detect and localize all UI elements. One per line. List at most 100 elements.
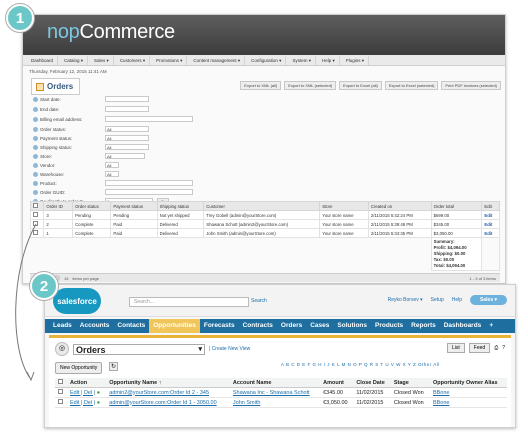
feed-button[interactable]: Feed (468, 343, 491, 353)
store-select[interactable]: All (105, 153, 145, 159)
help-link[interactable]: Help (452, 297, 462, 303)
order-guid-input[interactable] (105, 189, 193, 195)
filter-label: Store: (40, 153, 53, 159)
create-new-view-link[interactable]: | Create New View (209, 346, 250, 352)
table-row: 3 Pending Pending Not yet shipped Trey G… (29, 210, 500, 220)
column-header[interactable]: Close Date (353, 378, 391, 388)
menu-plugins[interactable]: Plugins ▾ (342, 55, 369, 65)
tab-accounts[interactable]: Accounts (76, 319, 114, 333)
view-select[interactable]: Orders (73, 343, 205, 355)
app-switcher[interactable]: Sales ▾ (470, 295, 507, 305)
menu-catalog[interactable]: Catalog ▾ (60, 55, 89, 65)
billing-email-input[interactable] (105, 116, 193, 122)
start-date-input[interactable] (105, 96, 149, 102)
column-header[interactable]: Opportunity Name ↑ (106, 378, 230, 388)
column-header[interactable]: Order total (430, 201, 483, 211)
edit-link[interactable]: Edit (481, 228, 500, 238)
opportunity-link[interactable]: admin2@yourStore.com:Order Id 2 - 345 (106, 387, 230, 398)
view-controls: ◎ Orders | Create New View (55, 342, 250, 356)
row-checkbox[interactable] (29, 210, 45, 220)
menu-configuration[interactable]: Configuration ▾ (247, 55, 287, 65)
export-excel-all-button[interactable]: Export to Excel (all) (339, 81, 382, 90)
menu-help[interactable]: Help ▾ (318, 55, 340, 65)
tab-solutions[interactable]: Solutions (333, 319, 371, 333)
user-menu[interactable]: Reyko Borsev ▾ (388, 297, 423, 303)
column-header[interactable]: Order status (72, 201, 112, 211)
shipping-status-select[interactable]: All (105, 144, 149, 150)
tab-products[interactable]: Products (371, 319, 407, 333)
product-input[interactable] (105, 180, 193, 186)
tab-orders[interactable]: Orders (277, 319, 306, 333)
account-link[interactable]: John Smith (229, 397, 321, 408)
tab-opportunities[interactable]: Opportunities (149, 319, 200, 333)
row-actions[interactable]: Edit | Del | ● (66, 397, 107, 408)
page-size-label: items per page (72, 275, 99, 281)
menu-dashboard[interactable]: Dashboard (27, 55, 59, 65)
column-header[interactable]: Edit (481, 201, 500, 211)
help-icon (33, 116, 38, 122)
menu-sales[interactable]: Sales ▾ (90, 55, 114, 65)
select-all-checkbox[interactable] (55, 378, 67, 388)
export-excel-selected-button[interactable]: Export to Excel (selected) (384, 81, 439, 90)
edit-link[interactable]: Edit (481, 210, 500, 220)
print-icon[interactable]: ⎙ (494, 345, 498, 351)
tab-contracts[interactable]: Contracts (239, 319, 277, 333)
salesforce-logo[interactable]: salesforce (53, 288, 101, 314)
export-xml-all-button[interactable]: Export to XML (all) (240, 81, 282, 90)
refresh-icon[interactable]: ↻ (109, 362, 118, 371)
end-date-input[interactable] (105, 106, 149, 112)
tab-reports[interactable]: Reports (407, 319, 440, 333)
account-link[interactable]: Shawana Inc - Shawana Schott (229, 387, 321, 398)
column-header[interactable]: Customer (203, 201, 321, 211)
payment-status-select[interactable]: All (105, 135, 149, 141)
row-checkbox[interactable] (55, 397, 67, 408)
column-header[interactable]: Order ID (43, 201, 74, 211)
search-button[interactable]: Search (251, 298, 267, 304)
help-icon (33, 162, 38, 168)
row-checkbox[interactable] (29, 219, 45, 229)
column-header[interactable]: Stage (390, 378, 430, 388)
menu-system[interactable]: System ▾ (288, 55, 316, 65)
vendor-select[interactable]: All (105, 162, 119, 168)
help-icon[interactable]: ? (502, 345, 505, 351)
column-header[interactable]: Opportunity Owner Alias (429, 378, 507, 388)
row-checkbox[interactable] (29, 228, 45, 238)
column-header[interactable]: Account Name (229, 378, 321, 388)
new-opportunity-button[interactable]: New Opportunity (55, 362, 103, 374)
select-all-checkbox[interactable] (29, 201, 45, 211)
setup-link[interactable]: Setup (431, 297, 444, 303)
tab-dashboards[interactable]: Dashboards (440, 319, 486, 333)
order-summary: Summary: Profit: $4,094.00 Shipping: $0.… (430, 237, 483, 271)
cell: Paid (110, 228, 158, 238)
search-input[interactable]: Search... (129, 297, 249, 307)
tab-contacts[interactable]: Contacts (113, 319, 149, 333)
owner-link[interactable]: BBone (429, 397, 507, 408)
tab-forecasts[interactable]: Forecasts (200, 319, 239, 333)
column-header[interactable]: Shipping status (156, 201, 205, 211)
menu-customers[interactable]: Customers ▾ (116, 55, 151, 65)
order-status-select[interactable]: All (105, 126, 149, 132)
alpha-filter[interactable]: A B C D E F G H I J K L M N O P Q R S T … (281, 362, 440, 367)
owner-link[interactable]: BBone (429, 387, 507, 398)
print-pdf-button[interactable]: Print PDF invoices (selected) (441, 81, 501, 90)
edit-link[interactable]: Edit (481, 219, 500, 229)
tab-add[interactable]: + (485, 319, 497, 333)
column-header[interactable]: Amount (320, 378, 354, 388)
column-header[interactable]: Store (319, 201, 369, 211)
list-button[interactable]: List (447, 343, 465, 353)
row-checkbox[interactable] (55, 387, 67, 398)
nop-logo[interactable]: nopCommerce (47, 21, 175, 44)
info-icon[interactable]: ● (97, 390, 100, 396)
row-actions[interactable]: Edit | Del | ● (66, 387, 107, 398)
tab-leads[interactable]: Leads (49, 319, 76, 333)
menu-content[interactable]: Content management ▾ (189, 55, 246, 65)
info-icon[interactable]: ● (97, 400, 100, 406)
opportunity-link[interactable]: admin@yourStore.com:Order Id 1 - 3050.00 (106, 397, 230, 408)
menu-promotions[interactable]: Promotions ▾ (152, 55, 188, 65)
tab-cases[interactable]: Cases (306, 319, 333, 333)
column-header[interactable]: Created on (367, 201, 432, 211)
page-size-select[interactable]: 15 (64, 276, 68, 281)
export-xml-selected-button[interactable]: Export to XML (selected) (284, 81, 337, 90)
warehouse-select[interactable]: All (105, 171, 119, 177)
column-header[interactable]: Payment status (110, 201, 158, 211)
